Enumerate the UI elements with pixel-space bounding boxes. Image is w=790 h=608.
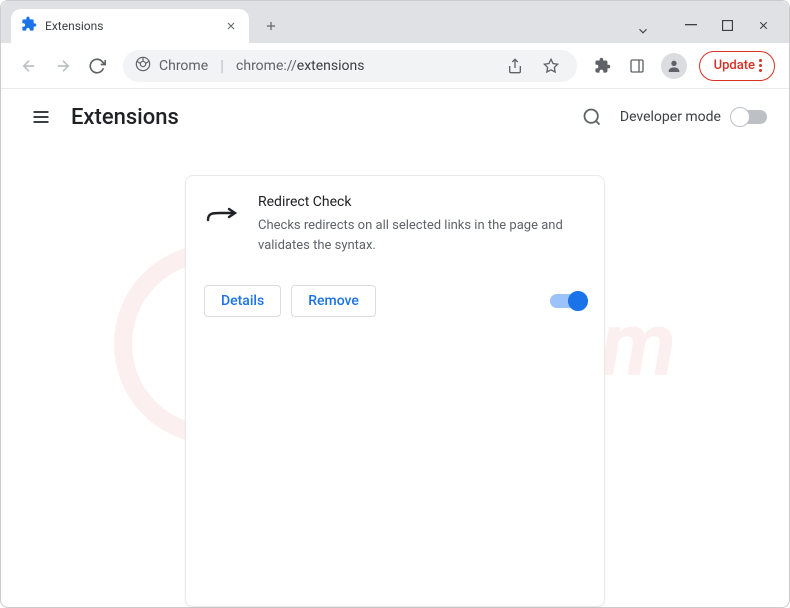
- reload-button[interactable]: [83, 52, 111, 80]
- browser-tab[interactable]: Extensions: [11, 9, 249, 43]
- page-title: Extensions: [71, 105, 179, 130]
- share-icon[interactable]: [501, 52, 529, 80]
- omnibox-separator: |: [220, 56, 224, 75]
- close-window-button[interactable]: [745, 10, 781, 40]
- menu-dots-icon: [759, 59, 762, 72]
- browser-window: Extensions: [0, 0, 790, 608]
- update-button[interactable]: Update: [699, 51, 775, 81]
- details-button[interactable]: Details: [204, 285, 281, 317]
- omnibox-url: chrome://extensions: [236, 58, 364, 74]
- developer-mode-toggle[interactable]: [731, 110, 767, 124]
- address-bar[interactable]: Chrome | chrome://extensions: [123, 50, 577, 82]
- tab-title: Extensions: [45, 19, 215, 33]
- window-controls: [673, 10, 781, 40]
- extensions-icon: [21, 16, 37, 36]
- back-button[interactable]: [15, 52, 43, 80]
- search-button[interactable]: [574, 99, 610, 135]
- page-header: Extensions Developer mode: [1, 89, 789, 145]
- forward-button[interactable]: [49, 52, 77, 80]
- maximize-button[interactable]: [709, 10, 745, 40]
- new-tab-button[interactable]: [257, 12, 285, 40]
- developer-mode-label: Developer mode: [620, 109, 721, 125]
- extension-description: Checks redirects on all selected links i…: [258, 216, 586, 255]
- profile-button[interactable]: [661, 53, 687, 79]
- sidepanel-icon[interactable]: [623, 52, 651, 80]
- tab-search-button[interactable]: [631, 19, 655, 43]
- extensions-toolbar-icon[interactable]: [589, 52, 617, 80]
- minimize-button[interactable]: [673, 10, 709, 40]
- update-label: Update: [714, 58, 755, 73]
- extension-enabled-toggle[interactable]: [550, 294, 586, 308]
- extension-name: Redirect Check: [258, 194, 586, 210]
- toolbar: Chrome | chrome://extensions Update: [1, 43, 789, 89]
- title-bar: Extensions: [1, 1, 789, 43]
- close-tab-button[interactable]: [223, 18, 239, 34]
- bookmark-icon[interactable]: [537, 52, 565, 80]
- remove-button[interactable]: Remove: [291, 285, 376, 317]
- content-area: Redirect Check Checks redirects on all s…: [1, 145, 789, 607]
- extension-card: Redirect Check Checks redirects on all s…: [185, 175, 605, 607]
- redirect-arrow-icon: [204, 198, 240, 234]
- menu-button[interactable]: [23, 99, 59, 135]
- chrome-logo-icon: [135, 56, 151, 76]
- omnibox-prefix: Chrome: [159, 58, 208, 74]
